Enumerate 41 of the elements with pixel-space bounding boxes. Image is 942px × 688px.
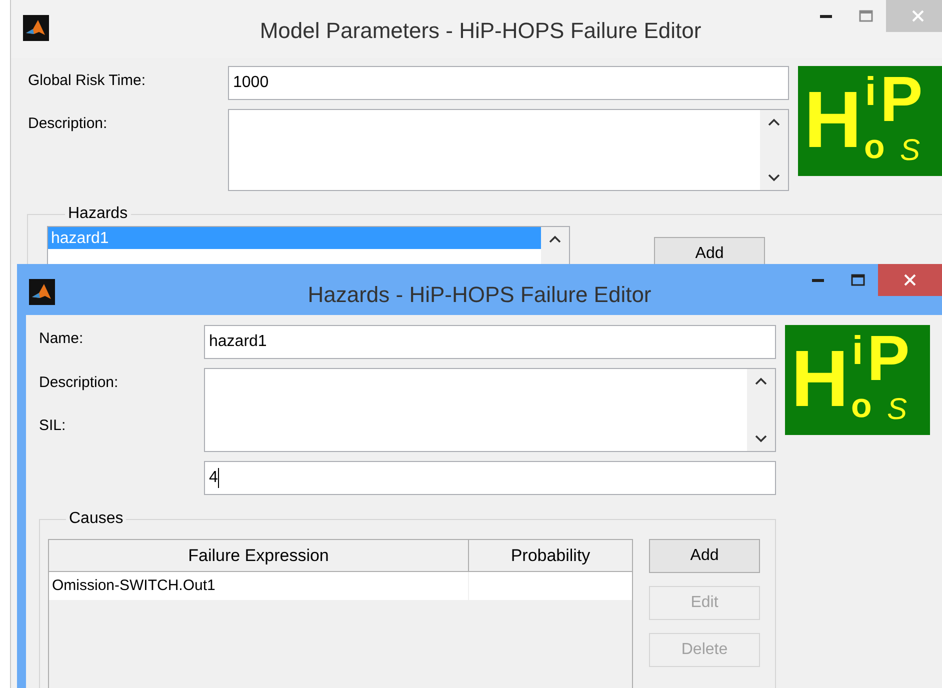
logo-letter: i [852, 331, 864, 371]
field-label: SIL: [39, 416, 67, 436]
logo-letter: H [791, 339, 849, 419]
scroll-down-icon[interactable] [755, 435, 767, 443]
column-header[interactable]: Probability [469, 540, 632, 571]
close-icon [912, 10, 924, 22]
text-field[interactable]: 4 [204, 461, 776, 495]
logo-letter: i [865, 72, 876, 112]
app-icon [23, 15, 49, 41]
scroll-up-icon[interactable] [549, 235, 561, 243]
app-icon [29, 279, 55, 305]
logo-letter: o [851, 389, 872, 423]
logo-letter: P [880, 70, 923, 128]
scroll-up-icon[interactable] [755, 377, 767, 385]
group-legend: Hazards [65, 202, 131, 226]
table-cell: Omission-SWITCH.Out1 [49, 572, 469, 600]
action-button[interactable]: Add [654, 237, 765, 264]
logo-letter: H [804, 80, 862, 160]
text-field[interactable]: hazard1 [204, 325, 776, 359]
field-label: Global Risk Time: [28, 71, 147, 91]
logo-letter: o [864, 130, 885, 164]
window-title: Model Parameters - HiP-HOPS Failure Editor [260, 17, 702, 45]
logo-letter: S [887, 395, 908, 425]
group-legend: Causes [66, 507, 126, 531]
field-label: Description: [28, 114, 108, 134]
maximize-icon [851, 274, 865, 286]
minimize-icon [812, 278, 824, 282]
close-icon [904, 274, 916, 286]
column-header[interactable]: Failure Expression [49, 540, 469, 571]
maximize-icon [859, 10, 873, 22]
field-label: Name: [39, 329, 84, 349]
window-title: Hazards - HiP-HOPS Failure Editor [308, 281, 652, 309]
logo-letter: P [867, 329, 910, 387]
field-label: Description: [39, 372, 120, 392]
action-button[interactable]: Add [649, 539, 760, 573]
logo-letter: S [900, 136, 920, 166]
close-button[interactable] [878, 264, 942, 296]
minimize-icon [820, 14, 832, 18]
scroll-up-icon[interactable] [768, 118, 780, 126]
text-field[interactable]: 1000 [228, 66, 789, 100]
scroll-down-icon[interactable] [768, 174, 780, 182]
